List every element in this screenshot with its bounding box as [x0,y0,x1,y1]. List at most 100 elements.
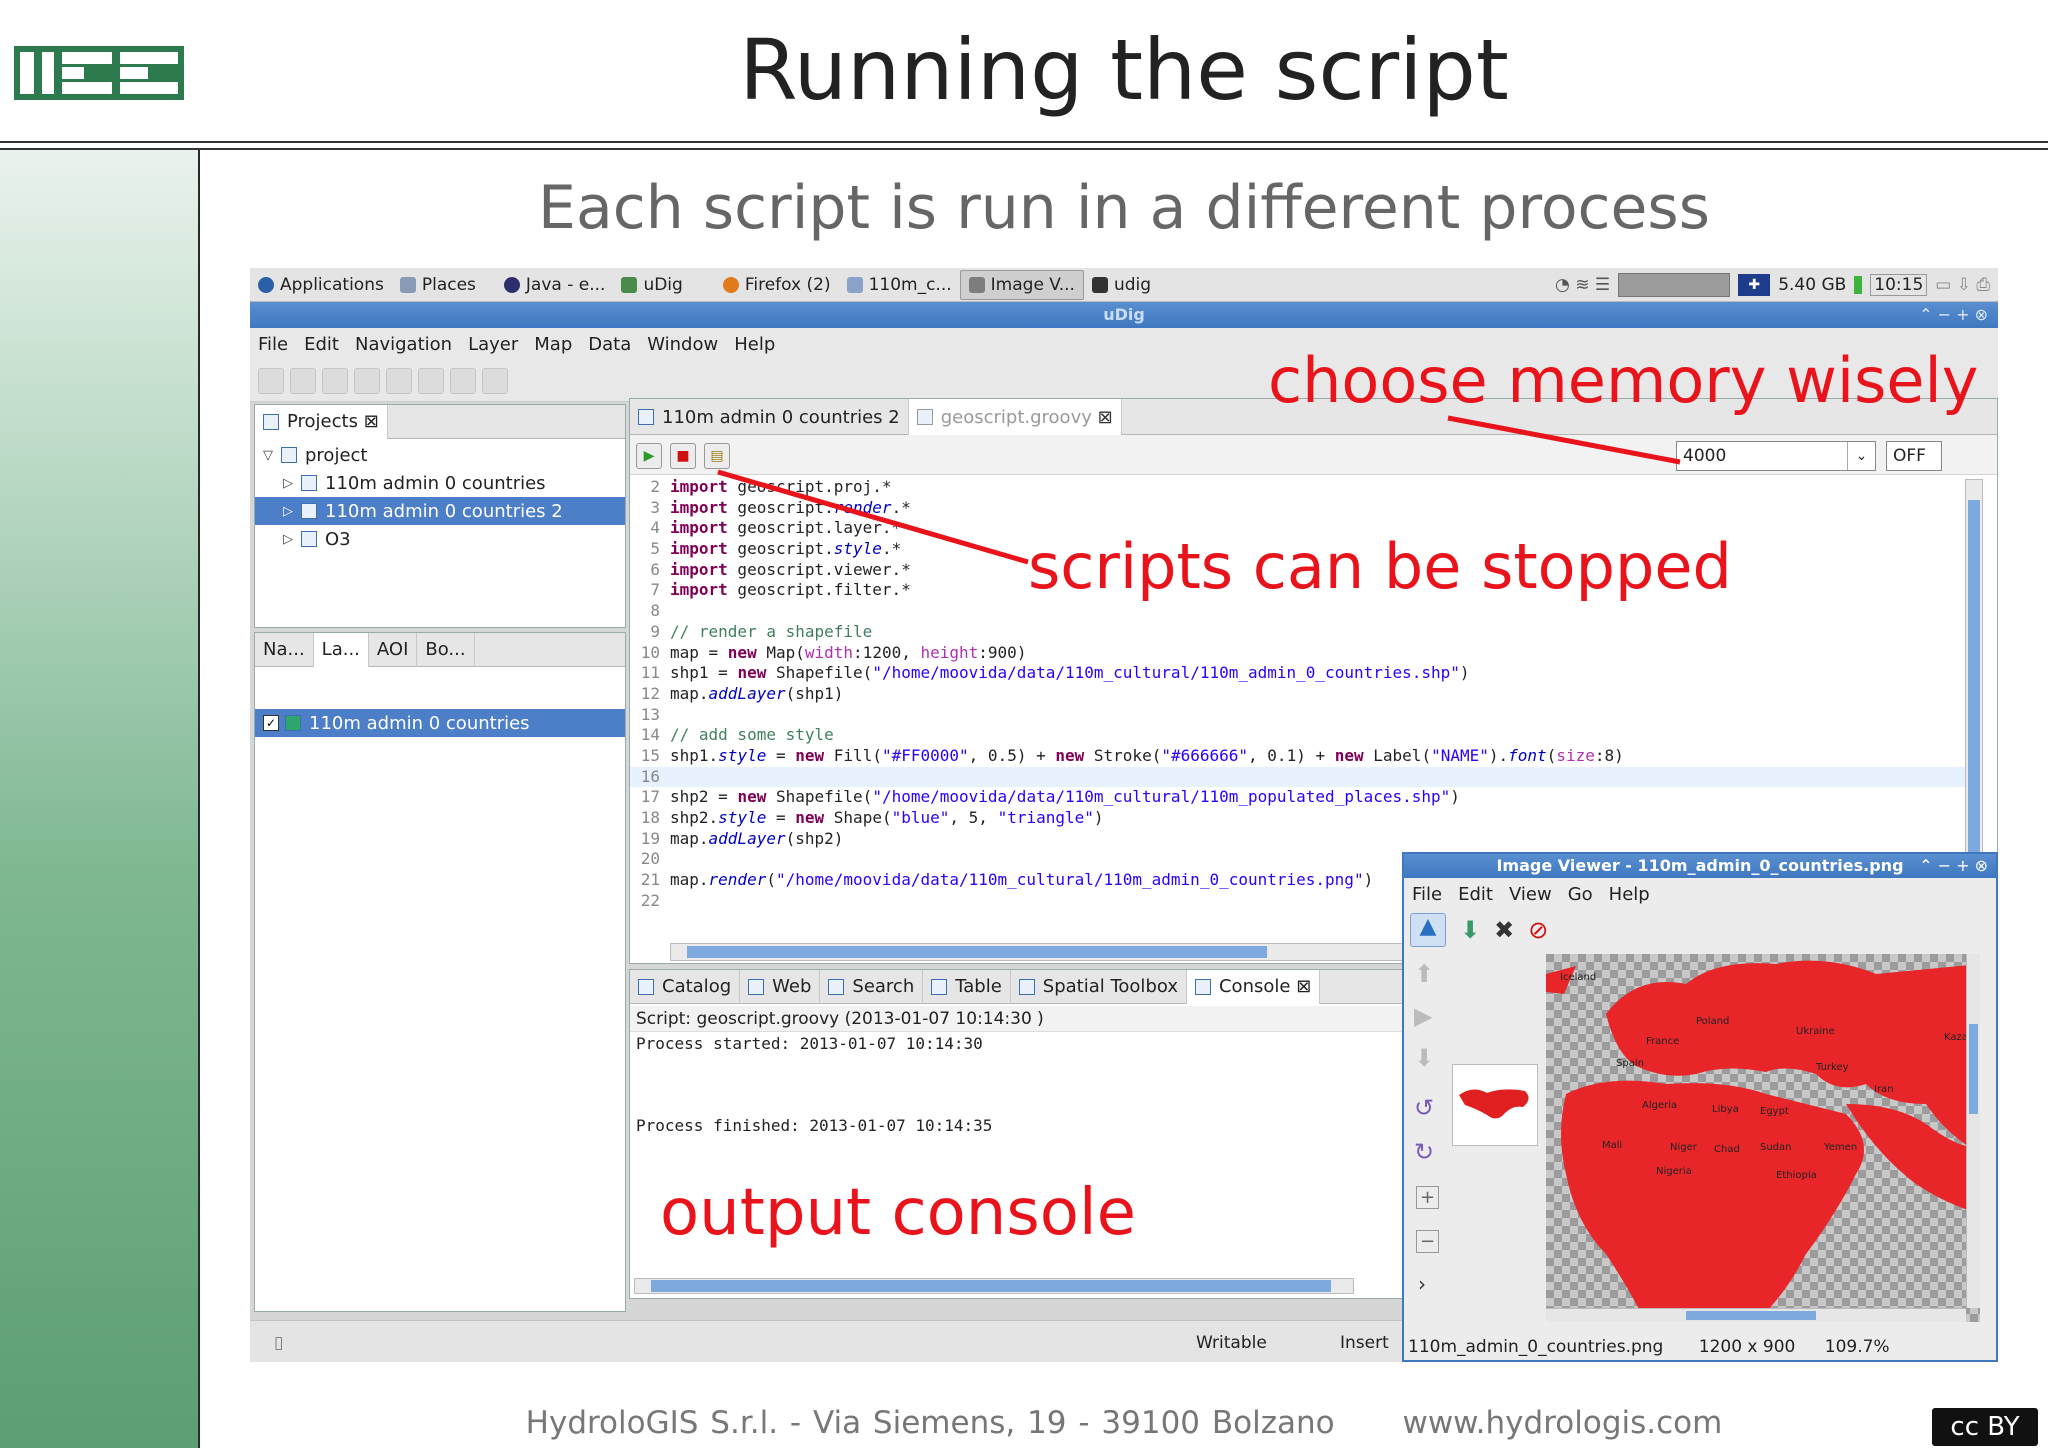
code-line[interactable]: 16 [630,766,1970,788]
rotate-left-icon[interactable]: ↺ [1414,1094,1434,1122]
task-image-viewer[interactable]: Image V... [959,269,1084,300]
tree-item-o3[interactable]: ▷ O3 [255,525,625,553]
tab-layers[interactable]: La... [313,632,369,667]
settings-button[interactable]: ▤ [704,443,730,469]
network-icon[interactable]: ◔ ≋ ☰ [1555,275,1610,295]
save-all-icon[interactable] [322,367,348,394]
task-folder[interactable]: 110m_c... [839,270,960,300]
close-icon[interactable]: ⊠ [1296,976,1311,997]
tree-item-map-2[interactable]: ▷ 110m admin 0 countries 2 [255,497,625,525]
console-output[interactable]: Process started: 2013-01-07 10:14:30 Pro… [636,1034,992,1137]
menu-map[interactable]: Map [526,334,580,355]
redo-icon[interactable] [386,367,412,394]
iv-vertical-scrollbar[interactable] [1966,954,1980,1308]
collapsed-icon[interactable]: ▷ [283,476,301,491]
catalog-icon[interactable] [418,367,444,394]
code-line[interactable]: 15 shp1.style = new Fill("#FF0000", 0.5) … [630,746,1970,767]
iv-menu-file[interactable]: File [1404,884,1450,905]
previous-icon[interactable]: ⬆ [1414,960,1434,988]
stop-button[interactable]: ■ [670,443,696,469]
tab-spatial-toolbox[interactable]: Spatial Toolbox [1011,969,1187,1004]
tab-search[interactable]: Search [820,969,924,1004]
tab-map[interactable]: 110m admin 0 countries 2 [630,399,909,435]
code-line[interactable]: 18 shp2.style = new Shape("blue", 5, "tri… [630,808,1970,829]
code-line[interactable]: 14 // add some style [630,725,1970,746]
code-line[interactable]: 11 shp1 = new Shapefile("/home/moovida/da… [630,663,1970,684]
image-canvas[interactable]: Iceland Poland Ukraine France Spain Turk… [1546,954,1980,1322]
next-icon[interactable]: ⬇ [1414,1044,1434,1072]
iv-menu-edit[interactable]: Edit [1450,884,1501,905]
stop-icon[interactable]: ⊘ [1528,916,1548,944]
menu-edit[interactable]: Edit [296,334,347,355]
code-line[interactable]: 19 map.addLayer(shp2) [630,829,1970,850]
tree-root-project[interactable]: ▽ project [255,441,625,469]
tab-console[interactable]: Console ⊠ [1186,969,1321,1004]
tab-aoi[interactable]: AOI [369,632,418,667]
panel-places[interactable]: Places [392,270,484,300]
undo-icon[interactable] [354,367,380,394]
tab-catalog[interactable]: Catalog [630,969,741,1004]
tab-bookmarks[interactable]: Bo... [417,632,475,667]
scroll-thumb[interactable] [1969,1024,1978,1114]
window-controls[interactable]: ⌃ − + ⊗ [1919,854,1988,878]
tab-web[interactable]: Web [740,969,821,1004]
panel-applications[interactable]: Applications [250,270,392,300]
menu-navigation[interactable]: Navigation [347,334,460,355]
window-controls[interactable]: ⌃ − + ⊗ [1919,302,1988,328]
open-icon[interactable]: ▲ [1410,913,1446,947]
workspace-switcher[interactable] [1618,273,1731,297]
code-line[interactable]: 12 map.addLayer(shp1) [630,684,1970,705]
zoom-in-icon[interactable]: + [1416,1186,1440,1209]
footer-url[interactable]: www.hydrologis.com [1402,1405,1722,1441]
iv-horizontal-scrollbar[interactable] [1546,1308,1966,1322]
chevron-down-icon[interactable]: ⌄ [1847,442,1875,470]
scroll-thumb[interactable] [651,1280,1331,1292]
back-icon[interactable] [482,367,508,394]
collapsed-icon[interactable]: ▷ [283,504,301,519]
menu-layer[interactable]: Layer [460,334,526,355]
iv-menu-view[interactable]: View [1501,884,1560,905]
menu-help[interactable]: Help [726,334,783,355]
debug-toggle-select[interactable]: OFF [1886,441,1942,471]
collapsed-icon[interactable]: ▷ [283,532,301,547]
menu-window[interactable]: Window [639,334,726,355]
scroll-thumb[interactable] [687,946,1267,958]
memory-select[interactable]: 4000 ⌄ [1676,441,1876,471]
code-line[interactable]: 17 shp2 = new Shapefile("/home/moovida/da… [630,787,1970,808]
rotate-right-icon[interactable]: ↻ [1414,1138,1434,1166]
expanded-icon[interactable]: ▽ [263,448,281,463]
iv-menu-help[interactable]: Help [1601,884,1658,905]
layer-item[interactable]: ✓ 110m admin 0 countries [255,709,625,737]
save-icon[interactable] [290,367,316,394]
expand-icon[interactable]: › [1418,1272,1426,1296]
console-horizontal-scrollbar[interactable] [634,1278,1354,1294]
export-icon[interactable] [450,367,476,394]
tab-table[interactable]: Table [923,969,1011,1004]
tab-navigation[interactable]: Na... [255,632,314,667]
clock[interactable]: 10:15 [1870,274,1928,296]
code-line[interactable]: 9 // render a shapefile [630,622,1970,643]
iv-menu-go[interactable]: Go [1560,884,1601,905]
close-icon[interactable]: ⊠ [1098,407,1113,428]
run-button[interactable]: ▶ [636,443,662,469]
task-udig-2[interactable]: udig [1084,270,1159,300]
menu-file[interactable]: File [250,334,296,355]
close-icon[interactable]: ⊠ [364,411,379,432]
tab-geoscript[interactable]: geoscript.groovy ⊠ [908,399,1122,435]
zoom-out-icon[interactable]: − [1416,1230,1440,1253]
tab-projects[interactable]: Projects ⊠ [255,404,388,439]
delete-icon[interactable]: ✖ [1494,916,1514,944]
tree-item-map-1[interactable]: ▷ 110m admin 0 countries [255,469,625,497]
code-line[interactable]: 8 [630,601,1970,622]
checkbox-checked-icon[interactable]: ✓ [263,715,279,731]
task-udig[interactable]: uDig [613,270,690,300]
code-line[interactable]: 13 [630,705,1970,726]
code-line[interactable]: 2 import geoscript.proj.* [630,477,1970,498]
play-icon[interactable]: ▶ [1414,1002,1432,1030]
task-firefox[interactable]: Firefox (2) [715,270,839,300]
new-icon[interactable] [258,367,284,394]
scroll-thumb[interactable] [1686,1311,1816,1320]
code-line[interactable]: 10 map = new Map(width:1200, height:900) [630,643,1970,664]
tray-extra-icons[interactable]: ▭ ⇩ ⎙ [1935,275,1990,295]
uk-flag-icon[interactable]: ✚ [1738,274,1771,296]
